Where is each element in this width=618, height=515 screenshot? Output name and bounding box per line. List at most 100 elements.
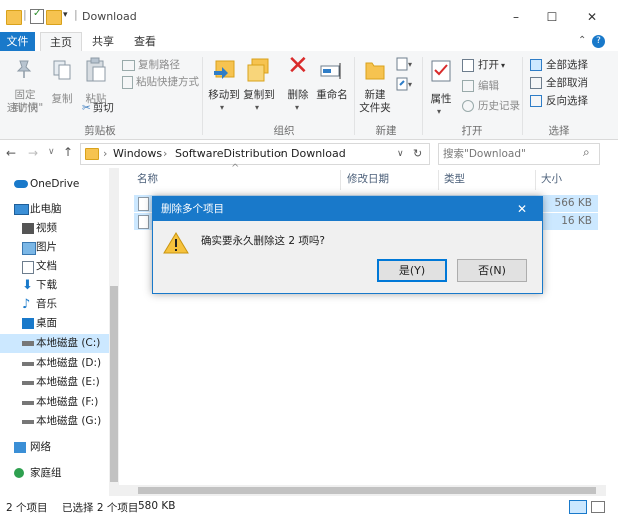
new-item-button[interactable]: ▾ <box>396 57 414 71</box>
delete-dialog: 删除多个项目 ✕ 确实要永久删除这 2 项吗? 是(Y) 否(N) <box>152 196 543 294</box>
svg-text:▾: ▾ <box>408 80 412 89</box>
nav-item-drive-e[interactable]: 本地磁盘 (E:) <box>0 373 115 392</box>
help-icon[interactable]: ? <box>592 35 605 48</box>
quick-access-dropdown-icon[interactable]: ▾ <box>63 10 68 20</box>
new-folder-icon <box>365 62 385 80</box>
address-bar[interactable]: › Windows › SoftwareDistribution › Downl… <box>80 143 430 165</box>
select-all-button[interactable]: 全部选择 <box>530 57 588 74</box>
breadcrumb-windows[interactable]: Windows <box>113 144 162 164</box>
search-icon[interactable]: ⌕ <box>583 145 590 160</box>
breadcrumb-chevron-icon[interactable]: › <box>103 144 107 164</box>
paste-shortcut-label: 粘贴快捷方式 <box>136 76 199 88</box>
column-divider[interactable] <box>340 170 341 190</box>
cut-label: 剪切 <box>92 102 114 114</box>
new-folder-quick-icon[interactable] <box>46 10 62 25</box>
properties-icon <box>431 60 451 82</box>
copy-to-button[interactable]: 复制到 ▾ <box>242 55 276 121</box>
tab-share[interactable]: 共享 <box>86 32 120 51</box>
nav-item-onedrive[interactable]: OneDrive <box>0 175 115 194</box>
move-to-button[interactable]: 移动到 ▾ <box>208 55 240 121</box>
history-button[interactable]: 历史记录 <box>462 98 520 115</box>
breadcrumb-chevron-icon[interactable]: › <box>279 144 283 164</box>
title-bar: | ✓ ▾ | Download – ☐ ✕ <box>0 0 618 32</box>
folder-icon <box>85 148 99 160</box>
no-button[interactable]: 否(N) <box>457 259 527 282</box>
chevron-up-icon[interactable]: ⌃ <box>578 35 586 46</box>
select-none-button[interactable]: 全部取消 <box>530 75 588 92</box>
properties-button[interactable]: 属性 ▾ <box>426 55 456 121</box>
breadcrumb-softwaredistribution[interactable]: SoftwareDistribution <box>175 144 288 164</box>
group-label-new: 新建 <box>375 125 397 137</box>
folder-icon <box>6 10 22 25</box>
nav-label: 本地磁盘 (G:) <box>36 415 102 427</box>
nav-item-drive-f[interactable]: 本地磁盘 (F:) <box>0 393 115 412</box>
up-arrow-icon[interactable]: ↑ <box>63 145 73 159</box>
search-box[interactable]: 搜索"Download" ⌕ <box>438 143 600 165</box>
nav-item-videos[interactable]: 视频 <box>0 219 115 238</box>
dialog-close-button[interactable]: ✕ <box>517 197 527 221</box>
pin-icon <box>16 60 32 78</box>
file-list-hscrollbar-thumb[interactable] <box>138 487 596 494</box>
tab-view[interactable]: 查看 <box>128 32 162 51</box>
close-button[interactable]: ✕ <box>572 6 612 28</box>
large-icons-view-icon[interactable] <box>591 501 605 513</box>
breadcrumb-chevron-icon[interactable]: › <box>163 144 167 164</box>
nav-item-documents[interactable]: 文档 <box>0 257 115 276</box>
column-modified[interactable]: 修改日期 <box>347 168 389 190</box>
select-all-icon <box>530 59 542 71</box>
copy-path-button[interactable]: 复制路径 <box>122 57 180 74</box>
new-folder-button[interactable]: 新建 文件夹 <box>358 55 392 121</box>
breadcrumb-download[interactable]: Download <box>291 144 346 164</box>
paste-shortcut-button[interactable]: 粘贴快捷方式 <box>122 74 199 91</box>
yes-button[interactable]: 是(Y) <box>377 259 447 282</box>
dialog-title-bar: 删除多个项目 ✕ <box>153 197 542 221</box>
copy-label: 复制 <box>51 93 73 105</box>
ribbon: 固定到"快 速访问" 复制 粘贴 复制路径 粘贴快捷方式 ✂ 剪切 剪贴板 移动到… <box>0 51 618 140</box>
column-size[interactable]: 大小 <box>541 168 562 190</box>
recent-locations-chevron-icon[interactable]: ∨ <box>48 147 55 157</box>
nav-item-drive-g[interactable]: 本地磁盘 (G:) <box>0 412 115 431</box>
nav-item-this-pc[interactable]: 此电脑 <box>0 200 115 219</box>
picture-icon <box>22 242 36 255</box>
tab-home[interactable]: 主页 <box>40 32 82 53</box>
drive-icon <box>22 341 34 346</box>
column-divider[interactable] <box>438 170 439 190</box>
easy-access-button[interactable]: ▾ <box>396 77 414 91</box>
delete-button[interactable]: ✕ 删除 ▾ <box>284 51 312 121</box>
network-icon <box>14 442 26 453</box>
nav-item-downloads[interactable]: ⬇ 下载 <box>0 276 115 295</box>
open-button[interactable]: 打开 ▾ <box>462 57 505 74</box>
column-type[interactable]: 类型 <box>444 168 465 190</box>
invert-selection-button[interactable]: 反向选择 <box>530 93 588 110</box>
address-dropdown-icon[interactable]: ∨ <box>397 144 404 164</box>
column-divider[interactable] <box>535 170 536 190</box>
drive-icon <box>22 362 34 366</box>
maximize-button[interactable]: ☐ <box>532 6 572 28</box>
nav-item-pictures[interactable]: 图片 <box>0 238 115 257</box>
refresh-icon[interactable]: ↻ <box>413 144 422 164</box>
nav-item-drive-c[interactable]: 本地磁盘 (C:) <box>0 334 115 353</box>
nav-item-music[interactable]: ♪ 音乐 <box>0 295 115 314</box>
rename-label: 重命名 <box>316 89 348 101</box>
details-view-icon[interactable] <box>569 500 587 514</box>
forward-arrow-icon[interactable]: → <box>28 146 38 160</box>
properties-quick-icon[interactable]: ✓ <box>30 8 44 24</box>
cut-button[interactable]: ✂ 剪切 <box>82 100 114 117</box>
chevron-down-icon: ▾ <box>220 103 225 112</box>
nav-item-network[interactable]: 网络 <box>0 438 115 457</box>
nav-label: 本地磁盘 (D:) <box>36 357 102 369</box>
copy-button[interactable]: 复制 <box>48 55 76 121</box>
nav-scrollbar-thumb[interactable] <box>110 286 118 482</box>
nav-item-drive-d[interactable]: 本地磁盘 (D:) <box>0 354 115 373</box>
tab-file[interactable]: 文件 <box>0 32 35 51</box>
search-placeholder: 搜索"Download" <box>443 148 526 160</box>
pin-quick-access-button[interactable]: 固定到"快 速访问" <box>4 55 44 121</box>
column-name[interactable]: 名称 <box>137 168 158 190</box>
minimize-button[interactable]: – <box>496 6 536 28</box>
rename-button[interactable]: 重命名 <box>316 55 348 121</box>
nav-label: 本地磁盘 (C:) <box>36 337 101 349</box>
nav-item-homegroup[interactable]: 家庭组 <box>0 464 115 483</box>
nav-item-desktop[interactable]: 桌面 <box>0 314 115 333</box>
back-arrow-icon[interactable]: ← <box>6 146 16 160</box>
edit-button[interactable]: 编辑 <box>462 78 499 95</box>
